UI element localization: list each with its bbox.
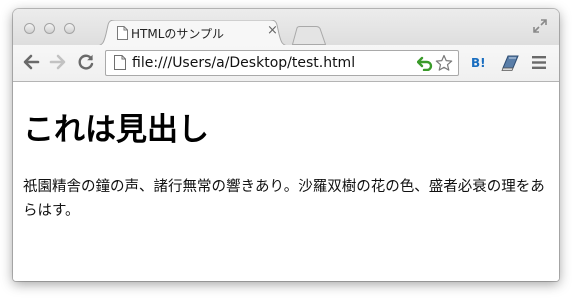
page-content: これは見出し 祇園精舎の鐘の声、諸行無常の響きあり。沙羅双樹の花の色、盛者必衰の… [13,82,559,281]
maximize-window-button[interactable] [64,23,75,34]
page-heading: これは見出し [23,112,209,148]
document-icon [117,26,128,40]
new-tab-button[interactable] [292,26,326,45]
browser-window: HTMLのサンプル × file:///Users/a/Desktop/test… [13,9,559,281]
tab-close-icon[interactable]: × [267,23,278,38]
hatena-bookmark-icon[interactable]: B! [471,56,486,70]
return-arrow-icon[interactable] [417,55,433,71]
book-extension-icon[interactable] [500,54,520,72]
close-window-button[interactable] [24,23,35,34]
toolbar: file:///Users/a/Desktop/test.html B! [13,45,559,82]
forward-arrow-icon[interactable] [49,53,67,71]
bookmark-star-icon[interactable] [435,54,453,72]
title-bar: HTMLのサンプル × [13,9,559,46]
url-text[interactable]: file:///Users/a/Desktop/test.html [132,55,355,71]
page-paragraph: 祇園精舎の鐘の声、諸行無常の響きあり。沙羅双樹の花の色、盛者必衰の理をあらはす。 [23,179,545,219]
menu-icon[interactable] [532,56,546,69]
back-arrow-icon[interactable] [22,53,40,71]
minimize-window-button[interactable] [44,23,55,34]
fullscreen-icon[interactable] [533,19,547,33]
reload-icon[interactable] [77,53,95,71]
page-icon [114,55,126,70]
tab-title: HTMLのサンプル [131,27,225,41]
tab-active[interactable]: HTMLのサンプル × [95,20,290,46]
address-bar[interactable]: file:///Users/a/Desktop/test.html [105,50,459,76]
